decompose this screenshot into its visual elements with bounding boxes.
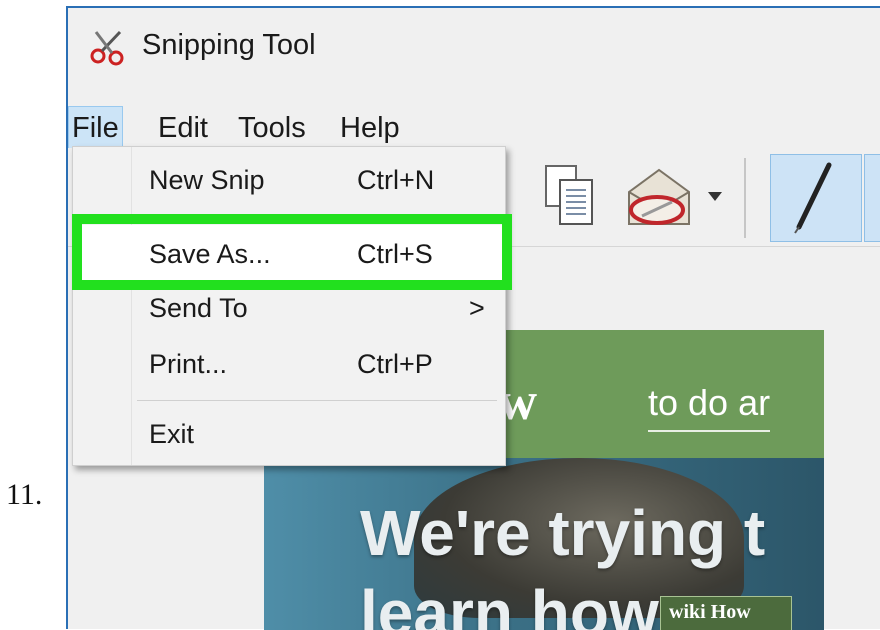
menu-item-label: Print... bbox=[149, 349, 228, 379]
menu-item-new-snip[interactable]: New Snip Ctrl+N bbox=[73, 151, 505, 213]
menu-item-label: Exit bbox=[149, 419, 195, 449]
copy-icon[interactable] bbox=[544, 164, 596, 228]
captured-badge-text: wiki How bbox=[669, 601, 751, 623]
submenu-arrow-icon: > bbox=[469, 293, 485, 323]
captured-badge: wiki How bbox=[660, 596, 792, 630]
toolbar-separator bbox=[744, 158, 746, 238]
captured-headline-1: We're trying t bbox=[360, 497, 766, 569]
step-number: 11. bbox=[6, 478, 43, 511]
pen-icon bbox=[794, 162, 832, 234]
menu-item-label: Send To bbox=[149, 293, 248, 323]
pen-button[interactable] bbox=[770, 154, 862, 242]
scissors-icon bbox=[90, 30, 124, 66]
captured-tagline: to do ar bbox=[648, 382, 771, 432]
captured-headline-2: learn how bbox=[360, 577, 659, 630]
menu-separator bbox=[137, 400, 497, 401]
menu-edit[interactable]: Edit bbox=[154, 106, 212, 150]
menu-help[interactable]: Help bbox=[336, 106, 404, 150]
send-snip-icon[interactable] bbox=[624, 162, 694, 232]
menu-item-shortcut: Ctrl+P bbox=[357, 349, 433, 379]
menu-bar: File Edit Tools Help bbox=[68, 80, 880, 150]
menu-item-exit[interactable]: Exit bbox=[73, 405, 505, 467]
menu-item-label: New Snip bbox=[149, 165, 265, 195]
highlight-box bbox=[72, 214, 512, 290]
menu-file[interactable]: File bbox=[68, 106, 123, 150]
dropdown-arrow-icon[interactable] bbox=[708, 192, 722, 202]
window-title: Snipping Tool bbox=[142, 29, 316, 61]
menu-item-shortcut: Ctrl+N bbox=[357, 165, 435, 195]
file-menu-dropdown: New Snip Ctrl+N Save As... Ctrl+S Send T… bbox=[72, 146, 506, 466]
toolbar-next-button[interactable] bbox=[864, 154, 880, 242]
menu-tools[interactable]: Tools bbox=[234, 106, 310, 150]
title-bar: Snipping Tool bbox=[68, 8, 880, 78]
menu-item-print[interactable]: Print... Ctrl+P bbox=[73, 335, 505, 397]
